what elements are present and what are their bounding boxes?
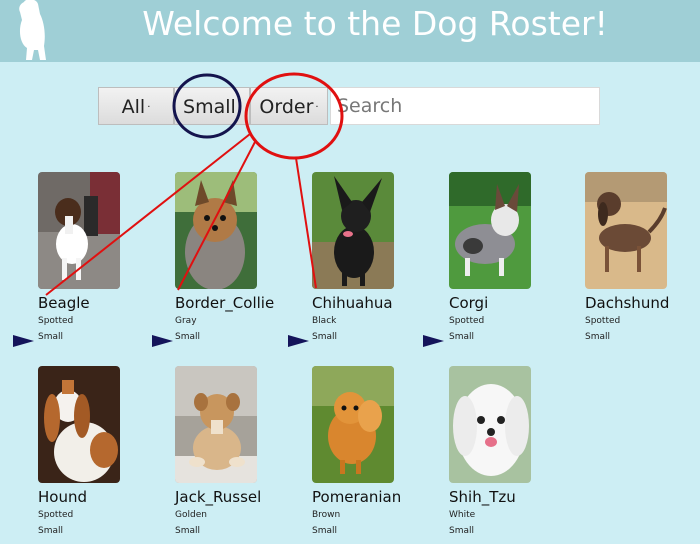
dog-size: Small	[312, 526, 337, 536]
page-title: Welcome to the Dog Roster!	[142, 4, 608, 43]
dog-size: Small	[175, 332, 200, 342]
dropdown-marker-icon: ·	[315, 101, 319, 113]
dog-name: Shih_Tzu	[449, 488, 516, 506]
order-label: Order	[259, 96, 314, 118]
dog-size: Small	[449, 332, 474, 342]
dog-card-beagle[interactable]: Beagle Spotted Small	[38, 172, 158, 345]
dog-name: Chihuahua	[312, 294, 393, 312]
hound-photo	[38, 366, 120, 483]
dog-card-corgi[interactable]: Corgi Spotted Small	[449, 172, 569, 345]
dog-name: Hound	[38, 488, 87, 506]
dog-card-chihuahua[interactable]: Chihuahua Black Small	[312, 172, 432, 345]
dog-card-pomeranian[interactable]: Pomeranian Brown Small	[312, 366, 432, 539]
dachshund-photo	[585, 172, 667, 289]
dog-card-border-collie[interactable]: Border_Collie Gray Small	[175, 172, 295, 345]
jack-russel-photo	[175, 366, 257, 483]
dog-card-jack-russel[interactable]: Jack_Russel Golden Small	[175, 366, 295, 539]
dropdown-marker-icon: ·	[237, 101, 241, 113]
dog-name: Beagle	[38, 294, 90, 312]
dog-size: Small	[38, 332, 63, 342]
dog-color: Spotted	[38, 510, 74, 520]
search-input[interactable]	[330, 87, 600, 125]
filter-all-label: All	[121, 96, 146, 118]
arrow-marker-icon	[13, 335, 34, 347]
chihuahua-photo	[312, 172, 394, 289]
dog-card-dachshund[interactable]: Dachshund Spotted Small	[585, 172, 700, 345]
dog-card-shih-tzu[interactable]: Shih_Tzu White Small	[449, 366, 569, 539]
dog-size: Small	[312, 332, 337, 342]
dog-name: Dachshund	[585, 294, 670, 312]
dog-name: Border_Collie	[175, 294, 275, 312]
dog-color: Gray	[175, 316, 197, 326]
dog-color: Spotted	[449, 316, 485, 326]
beagle-photo	[38, 172, 120, 289]
dog-color: Black	[312, 316, 337, 326]
dog-color: Golden	[175, 510, 207, 520]
dog-color: Brown	[312, 510, 341, 520]
filter-small-button[interactable]: Small ·	[174, 87, 250, 125]
dog-size: Small	[38, 526, 63, 536]
dog-card-hound[interactable]: Hound Spotted Small	[38, 366, 158, 539]
header-bar: Welcome to the Dog Roster!	[0, 0, 700, 62]
corgi-photo	[449, 172, 531, 289]
dog-size: Small	[585, 332, 610, 342]
filter-small-label: Small	[183, 96, 236, 118]
dog-size: Small	[175, 526, 200, 536]
border-collie-photo	[175, 172, 257, 289]
dog-name: Corgi	[449, 294, 489, 312]
dog-color: Spotted	[585, 316, 621, 326]
dog-color: Spotted	[38, 316, 74, 326]
dropdown-marker-icon: ·	[147, 101, 151, 113]
dog-color: White	[449, 510, 476, 520]
shih-tzu-photo	[449, 366, 531, 483]
dog-name: Pomeranian	[312, 488, 402, 506]
pomeranian-photo	[312, 366, 394, 483]
dog-size: Small	[449, 526, 474, 536]
order-button[interactable]: Order ·	[250, 87, 328, 125]
filter-all-button[interactable]: All ·	[98, 87, 174, 125]
dog-name: Jack_Russel	[175, 488, 262, 506]
